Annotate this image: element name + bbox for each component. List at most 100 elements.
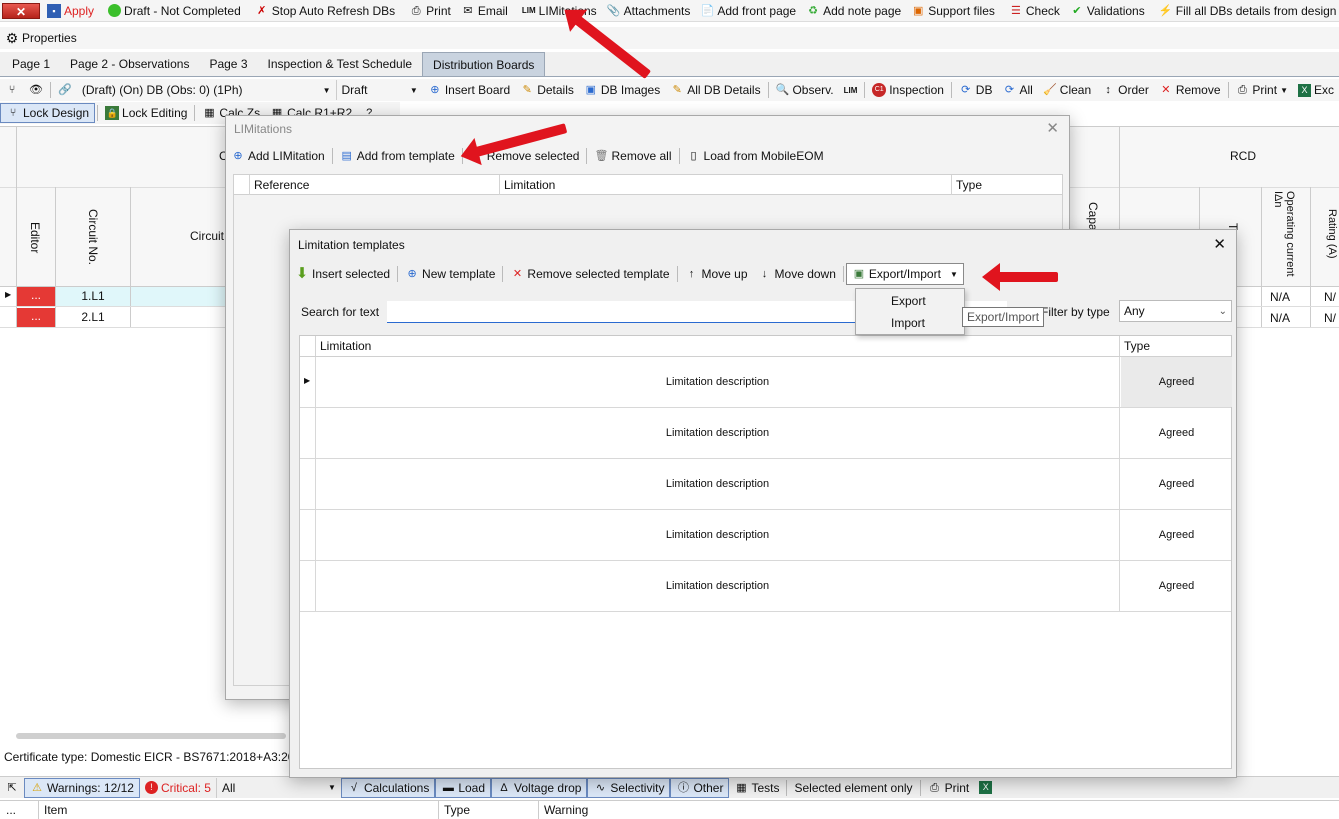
close-button[interactable]: ✕ — [0, 1, 42, 21]
move-down-button[interactable]: ↓ Move down — [753, 264, 841, 284]
print-button[interactable]: ⎙ Print — [404, 1, 456, 21]
circuit-no-cell[interactable]: 2.L1 — [56, 308, 130, 327]
move-up-button[interactable]: ↑ Move up — [680, 264, 753, 284]
remove-selected-template-button[interactable]: ✕ Remove selected template — [505, 264, 674, 284]
properties-button[interactable]: ⚙ Properties — [0, 28, 82, 48]
templates-close-button[interactable]: ✕ — [1213, 235, 1226, 253]
operating-current-cell[interactable]: N/A — [1270, 311, 1290, 325]
lock-design-button[interactable]: ⑂ Lock Design — [0, 103, 96, 123]
critical-toggle[interactable]: ! Critical: 5 — [140, 778, 216, 798]
load-mobile-button[interactable]: ▯ Load from MobileEOM — [682, 146, 829, 166]
type-cell[interactable]: Agreed — [1121, 459, 1232, 509]
clean-button[interactable]: 🧹 Clean — [1038, 80, 1096, 100]
limitation-cell[interactable]: Limitation description — [316, 408, 1120, 458]
tab-page-3[interactable]: Page 3 — [199, 52, 257, 76]
insert-selected-button[interactable]: ⬇ Insert selected — [290, 264, 395, 284]
import-menu-item[interactable]: Import — [891, 316, 925, 330]
new-template-button[interactable]: ⊕ New template — [400, 264, 500, 284]
link-button[interactable]: 🔗 — [53, 80, 77, 100]
type-cell[interactable]: Agreed — [1121, 561, 1232, 611]
warning-filter-select[interactable]: All ▼ — [215, 777, 341, 798]
db-refresh-button[interactable]: ⟳ DB — [954, 80, 998, 100]
export-menu-item[interactable]: Export — [891, 294, 926, 308]
horizontal-scrollbar[interactable] — [16, 733, 286, 739]
tests-toggle[interactable]: ▦ Tests — [729, 778, 784, 798]
selected-only-toggle[interactable]: Selected element only — [789, 778, 917, 798]
limitation-column-header[interactable]: Limitation — [316, 336, 1120, 356]
attachments-button[interactable]: 📎 Attachments — [602, 1, 696, 21]
editor-cell[interactable]: ... — [17, 287, 55, 306]
table-row[interactable]: Limitation description Agreed — [300, 561, 1231, 612]
draft-status-button[interactable]: Draft - Not Completed — [103, 1, 246, 21]
email-button[interactable]: ✉ Email — [456, 1, 513, 21]
lock-editing-button[interactable]: 🔒 Lock Editing — [100, 103, 192, 123]
add-front-page-button[interactable]: 📄 Add front page — [695, 1, 801, 21]
status-select[interactable]: Draft ▼ — [335, 80, 423, 100]
table-row[interactable]: Limitation description Agreed — [300, 510, 1231, 561]
filter-type-select[interactable]: Any ⌄ — [1119, 300, 1232, 322]
load-toggle[interactable]: ▬ Load — [435, 777, 492, 798]
excel-button[interactable]: X Exc — [1293, 80, 1339, 100]
table-row[interactable]: Limitation description Agreed — [300, 459, 1231, 510]
order-button[interactable]: ↕ Order — [1096, 80, 1154, 100]
rating-cell[interactable]: N/ — [1324, 290, 1336, 304]
add-limitation-button[interactable]: ⊕ Add LIMitation — [226, 146, 330, 166]
calculations-toggle[interactable]: √ Calculations — [340, 777, 436, 798]
all-refresh-button[interactable]: ⟳ All — [997, 80, 1037, 100]
tab-page-2-observations[interactable]: Page 2 - Observations — [60, 52, 199, 76]
selectivity-toggle[interactable]: ∿ Selectivity — [587, 777, 671, 798]
limitation-cell[interactable]: Limitation description — [316, 561, 1120, 611]
add-from-template-button[interactable]: ▤ Add from template — [335, 146, 460, 166]
email-icon: ✉ — [463, 4, 473, 17]
tab-inspection-test-schedule[interactable]: Inspection & Test Schedule — [258, 52, 423, 76]
stop-refresh-button[interactable]: ✗ Stop Auto Refresh DBs — [250, 1, 400, 21]
circuit-no-cell[interactable]: 1.L1 — [56, 287, 130, 306]
eye-icon: 👁 — [29, 84, 43, 96]
insert-board-button[interactable]: ⊕ Insert Board — [423, 80, 515, 100]
tab-distribution-boards[interactable]: Distribution Boards — [422, 52, 546, 76]
type-cell[interactable]: Agreed — [1121, 357, 1232, 407]
popout-button[interactable]: ⇱ — [0, 778, 24, 798]
remove-all-button[interactable]: 🗑 Remove all — [589, 146, 676, 166]
db-print-button[interactable]: ⎙ Print ▼ — [1230, 80, 1293, 100]
warnings-grid-header: ... Item Type Warning — [0, 800, 1339, 819]
inspection-button[interactable]: C1 Inspection — [867, 80, 949, 100]
remove-button[interactable]: ✕ Remove — [1154, 80, 1226, 100]
limitations-close-button[interactable]: ✕ — [1046, 119, 1059, 137]
details-button[interactable]: ✎ Details — [515, 80, 579, 100]
limitation-cell[interactable]: Limitation description — [316, 510, 1120, 560]
add-note-page-button[interactable]: ♻ Add note page — [801, 1, 906, 21]
table-row[interactable]: ▶ Limitation description Agreed — [300, 357, 1232, 408]
tab-page-1[interactable]: Page 1 — [2, 52, 60, 76]
db-select[interactable]: (Draft) (On) DB (Obs: 0) (1Ph) ▼ — [77, 80, 336, 100]
type-column-header[interactable]: Type — [952, 175, 1062, 195]
type-cell[interactable]: Agreed — [1121, 510, 1232, 560]
rating-cell[interactable]: N/ — [1324, 311, 1336, 325]
check-button[interactable]: ☰ Check — [1004, 1, 1065, 21]
voltage-drop-toggle[interactable]: ∆ Voltage drop — [491, 777, 588, 798]
table-row[interactable]: Limitation description Agreed — [300, 408, 1231, 459]
db-images-button[interactable]: ▣ DB Images — [579, 80, 665, 100]
other-toggle[interactable]: ⓘ Other — [670, 777, 730, 798]
editor-cell[interactable]: ... — [17, 308, 55, 327]
lim-button[interactable]: LIM — [839, 80, 863, 100]
warnings-toggle[interactable]: ⚠ Warnings: 12/12 — [24, 777, 140, 798]
tree-button[interactable]: ⑂ — [0, 80, 24, 100]
reference-column-header[interactable]: Reference — [250, 175, 500, 195]
operating-current-cell[interactable]: N/A — [1270, 290, 1290, 304]
apply-button[interactable]: ▪ Apply — [42, 1, 99, 21]
export-import-button[interactable]: ▣ Export/Import ▼ — [845, 263, 964, 285]
observ-button[interactable]: 🔍 Observ. — [770, 80, 838, 100]
limitation-cell[interactable]: Limitation description — [316, 357, 1120, 407]
support-files-button[interactable]: ▣ Support files — [906, 1, 1000, 21]
limitation-cell[interactable]: Limitation description — [316, 459, 1120, 509]
all-db-details-button[interactable]: ✎ All DB Details — [665, 80, 765, 100]
validations-button[interactable]: ✔ Validations — [1065, 1, 1150, 21]
view-button[interactable]: 👁 — [24, 80, 48, 100]
limitation-column-header[interactable]: Limitation — [500, 175, 952, 195]
warnings-excel-button[interactable]: X — [974, 778, 997, 798]
type-cell[interactable]: Agreed — [1121, 408, 1232, 458]
warnings-print-button[interactable]: ⎙ Print — [923, 778, 975, 798]
fill-all-button[interactable]: ⚡Fill all DBs details from design model — [1154, 1, 1339, 21]
type-column-header[interactable]: Type — [1120, 336, 1232, 356]
